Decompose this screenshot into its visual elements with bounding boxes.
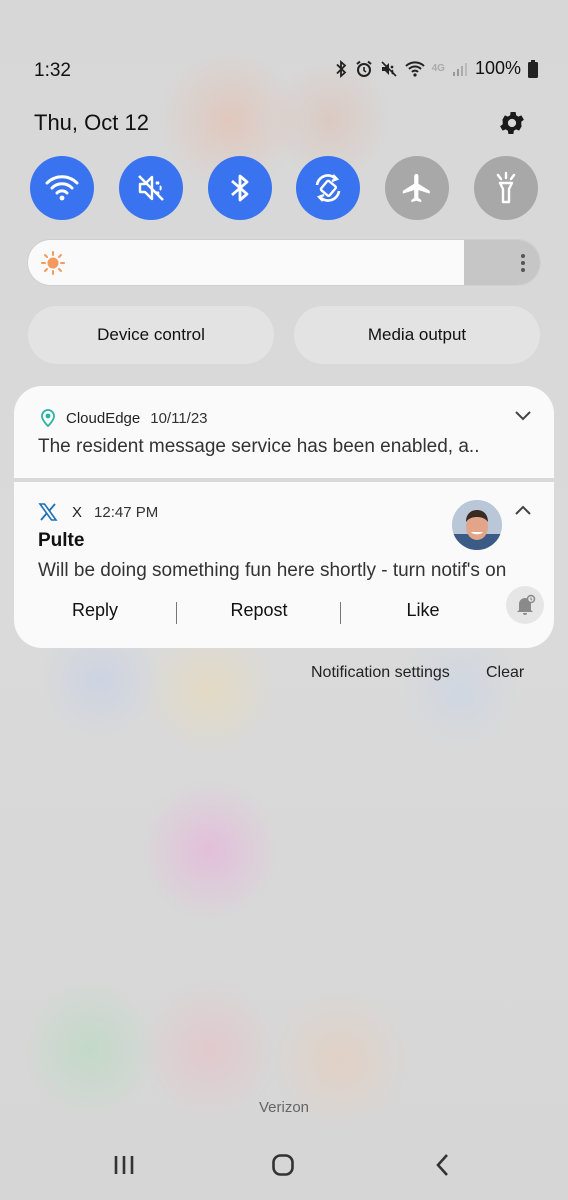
flashlight-icon	[496, 171, 516, 204]
back-button[interactable]	[422, 1148, 462, 1182]
bluetooth-icon	[335, 59, 346, 78]
notification-text: Will be doing something fun here shortly…	[38, 560, 507, 581]
mute-icon	[137, 175, 164, 201]
airplane-toggle[interactable]	[385, 156, 450, 220]
auto-rotate-icon	[316, 174, 341, 202]
settings-button[interactable]	[497, 108, 527, 138]
notification-time: 10/11/23	[150, 409, 208, 427]
notification-title: Pulte	[38, 530, 85, 551]
more-options-icon[interactable]	[520, 253, 526, 273]
wifi-toggle[interactable]	[30, 156, 94, 220]
bell-icon	[517, 594, 536, 615]
battery-icon	[528, 59, 538, 78]
notification-actions: Reply Repost Like	[14, 592, 514, 630]
quick-settings	[30, 156, 538, 220]
action-divider	[176, 602, 177, 624]
mute-icon	[381, 60, 397, 77]
mute-toggle[interactable]	[118, 156, 183, 220]
wifi-icon	[404, 60, 425, 77]
brightness-slider[interactable]	[28, 240, 540, 285]
chevron-down-icon[interactable]	[514, 410, 532, 422]
recents-button[interactable]	[104, 1148, 144, 1182]
flashlight-toggle[interactable]	[473, 156, 538, 220]
alarm-icon	[355, 60, 372, 77]
notification-text: The resident message service has been en…	[38, 436, 480, 457]
battery-percent: 100%	[474, 58, 521, 78]
cloudedge-app-icon	[41, 409, 55, 428]
device-control-button[interactable]: Device control	[28, 306, 274, 364]
auto-rotate-toggle[interactable]	[296, 156, 361, 220]
brightness-track-remaining	[464, 240, 540, 285]
action-divider	[340, 602, 341, 624]
gear-icon	[500, 112, 524, 134]
signal-icon	[452, 62, 467, 76]
wifi-icon	[45, 175, 79, 201]
home-icon	[272, 1154, 294, 1176]
notification-app-name: CloudEdge	[66, 409, 141, 427]
like-button[interactable]: Like	[384, 600, 462, 621]
notification-x[interactable]: X 12:47 PM Pulte Will be doing something…	[14, 482, 554, 648]
recents-icon	[114, 1156, 134, 1174]
network-type: 4G	[431, 63, 445, 74]
media-output-button[interactable]: Media output	[294, 306, 540, 364]
clear-button[interactable]: Clear	[486, 664, 524, 682]
alert-settings-button[interactable]	[506, 586, 544, 624]
notification-app-name: X	[72, 503, 83, 521]
notification-settings-link[interactable]: Notification settings	[311, 664, 450, 682]
status-time: 1:32	[34, 60, 71, 81]
sun-icon	[41, 251, 65, 275]
notification-cloudedge[interactable]: CloudEdge 10/11/23 The resident message …	[14, 386, 554, 478]
notification-time: 12:47 PM	[94, 503, 159, 521]
reply-button[interactable]: Reply	[54, 600, 136, 621]
navigation-bar	[0, 1148, 568, 1182]
avatar	[452, 500, 502, 550]
carrier-label: Verizon	[258, 1099, 310, 1116]
x-app-icon	[38, 503, 58, 521]
bluetooth-icon	[230, 174, 248, 202]
home-button[interactable]	[263, 1148, 303, 1182]
status-icons: 4G 100%	[334, 58, 538, 79]
date-label: Thu, Oct 12	[34, 110, 149, 135]
airplane-icon	[403, 173, 430, 203]
back-icon	[436, 1154, 448, 1176]
chevron-up-icon[interactable]	[514, 504, 532, 516]
repost-button[interactable]: Repost	[214, 600, 304, 621]
bluetooth-toggle[interactable]	[207, 156, 272, 220]
